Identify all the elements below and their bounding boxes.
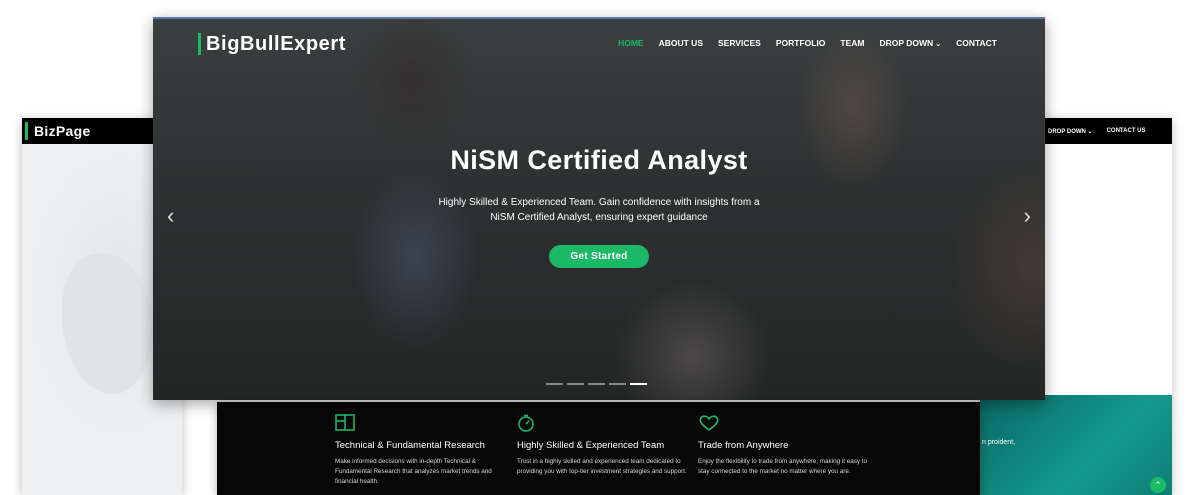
- nav-item-portfolio[interactable]: PORTFOLIO: [776, 38, 826, 48]
- chevron-down-icon: ⌄: [935, 41, 942, 48]
- hero-title: NiSM Certified Analyst: [450, 145, 748, 175]
- nav-item-dropdown[interactable]: DROP DOWN ⌄: [880, 38, 942, 48]
- nav-item-contact[interactable]: CONTACT: [956, 38, 997, 48]
- top-accent-line: [153, 17, 1045, 19]
- nav-item-about-us[interactable]: ABOUT US: [659, 38, 703, 48]
- heart-icon: [699, 415, 719, 432]
- carousel-prev-icon[interactable]: ‹: [167, 203, 174, 229]
- nav-item-services[interactable]: SERVICES: [718, 38, 761, 48]
- logo-accent-bar: [198, 33, 201, 55]
- carousel-dot-active[interactable]: [630, 383, 647, 385]
- folder-chart-icon: [335, 414, 355, 431]
- carousel-dot[interactable]: [546, 383, 563, 385]
- nav-dropdown-label: DROP DOWN: [879, 38, 934, 48]
- feature-text: Make informed decisions with in-depth Te…: [335, 458, 492, 485]
- logo-accent-bar: [25, 122, 28, 140]
- carousel-indicators: [546, 383, 647, 385]
- nav-item-contact-us[interactable]: CONTACT US: [1107, 128, 1146, 134]
- nav-item-home[interactable]: HOME: [618, 38, 644, 48]
- hero-section: BigBullExpert HOME ABOUT US SERVICES POR…: [153, 17, 1045, 400]
- site-logo[interactable]: BigBullExpert: [206, 33, 346, 56]
- feature-text: Enjoy the flexibility to trade from anyw…: [698, 458, 868, 475]
- stopwatch-icon: [518, 414, 534, 432]
- hero-subtitle: Highly Skilled & Experienced Team. Gain …: [423, 195, 775, 225]
- feature-title: Trade from Anywhere: [698, 440, 789, 451]
- feature-anywhere: Trade from Anywhere Enjoy the flexibilit…: [698, 414, 868, 477]
- partial-text: n proident,: [982, 439, 1016, 446]
- hero-subtitle-line-1: Highly Skilled & Experienced Team. Gain …: [438, 197, 760, 208]
- get-started-button[interactable]: Get Started: [549, 245, 649, 268]
- feature-team: Highly Skilled & Experienced Team Trust …: [517, 414, 687, 477]
- feature-text: Trust in a highly skilled and experience…: [517, 458, 687, 475]
- feature-title: Highly Skilled & Experienced Team: [517, 440, 665, 451]
- main-nav: HOME ABOUT US SERVICES PORTFOLIO TEAM DR…: [618, 38, 997, 48]
- feature-research: Technical & Fundamental Research Make in…: [335, 414, 505, 487]
- carousel-dot[interactable]: [609, 383, 626, 385]
- chevron-up-icon: ⌃: [1154, 479, 1162, 490]
- bizpage-logo[interactable]: BizPage: [34, 123, 91, 139]
- teal-section: n proident,: [980, 395, 1172, 495]
- nav-item-team[interactable]: TEAM: [840, 38, 864, 48]
- feature-title: Technical & Fundamental Research: [335, 440, 485, 451]
- carousel-dot[interactable]: [588, 383, 605, 385]
- carousel-dot[interactable]: [567, 383, 584, 385]
- carousel-next-icon[interactable]: ›: [1024, 203, 1031, 229]
- features-strip: Technical & Fundamental Research Make in…: [217, 402, 980, 495]
- nav-item-dropdown[interactable]: DROP DOWN ⌄: [1048, 128, 1093, 135]
- hero-subtitle-line-2: NiSM Certified Analyst, ensuring expert …: [490, 212, 708, 223]
- scroll-top-button[interactable]: ⌃: [1150, 477, 1166, 493]
